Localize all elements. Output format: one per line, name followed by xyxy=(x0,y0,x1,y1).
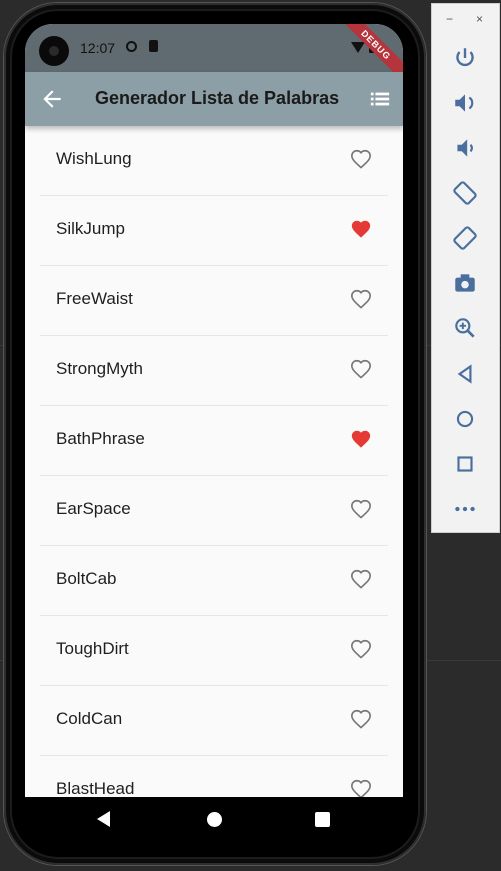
rotate-right-icon xyxy=(453,226,477,250)
zoom-icon xyxy=(455,318,475,338)
more-button[interactable] xyxy=(452,496,478,522)
favorite-outline-heart-icon[interactable] xyxy=(350,708,372,730)
rotate-left-button[interactable] xyxy=(452,180,478,206)
volume-down-icon xyxy=(457,139,473,157)
back-arrow-button[interactable] xyxy=(39,86,65,112)
page-title: Generador Lista de Palabras xyxy=(95,88,340,108)
saved-list-button[interactable] xyxy=(369,88,391,110)
nav-overview-icon[interactable] xyxy=(315,812,330,827)
list-item[interactable]: SilkJump xyxy=(40,196,388,266)
back-arrow-icon xyxy=(43,90,61,108)
app-bar: Generador Lista de Palabras xyxy=(25,72,403,126)
android-nav-bar xyxy=(25,797,403,843)
wifi-icon xyxy=(351,42,365,53)
volume-down-button[interactable] xyxy=(452,135,478,161)
list-item[interactable]: BlastHead xyxy=(40,756,388,797)
list-item[interactable]: ToughDirt xyxy=(40,616,388,686)
favorite-filled-heart-icon[interactable] xyxy=(350,428,372,450)
notification-icon xyxy=(126,41,137,52)
word-label: FreeWaist xyxy=(56,289,133,308)
power-button[interactable] xyxy=(452,45,478,71)
list-item[interactable]: BathPhrase xyxy=(40,406,388,476)
word-label: SilkJump xyxy=(56,219,125,238)
favorite-outline-heart-icon[interactable] xyxy=(350,778,372,797)
rotate-right-button[interactable] xyxy=(452,225,478,251)
volume-up-button[interactable] xyxy=(452,90,478,116)
list-item[interactable]: EarSpace xyxy=(40,476,388,546)
rotate-left-icon xyxy=(453,181,477,205)
list-item[interactable]: FreeWaist xyxy=(40,266,388,336)
word-label: BoltCab xyxy=(56,569,117,588)
favorite-outline-heart-icon[interactable] xyxy=(350,358,372,380)
device-screen: 12:07 DEBUG Generador Lista de Palabras … xyxy=(25,24,403,797)
favorite-outline-heart-icon[interactable] xyxy=(350,498,372,520)
word-list: WishLung SilkJump FreeWaist StrongMyth BathP… xyxy=(25,126,403,797)
more-icon xyxy=(455,506,475,512)
close-window-button[interactable]: × xyxy=(476,12,483,26)
list-item[interactable]: BoltCab xyxy=(40,546,388,616)
word-label: EarSpace xyxy=(56,499,131,518)
back-button[interactable] xyxy=(452,361,478,387)
word-label: ToughDirt xyxy=(56,639,129,658)
overview-icon xyxy=(457,456,473,472)
overview-button[interactable] xyxy=(452,451,478,477)
list-item[interactable]: StrongMyth xyxy=(40,336,388,406)
status-time: 12:07 xyxy=(80,40,116,56)
list-icon xyxy=(370,92,390,106)
word-label: BlastHead xyxy=(56,779,135,797)
nav-home-icon[interactable] xyxy=(207,812,222,827)
home-icon xyxy=(456,410,474,428)
favorite-outline-heart-icon[interactable] xyxy=(350,148,372,170)
favorite-filled-heart-icon[interactable] xyxy=(350,218,372,240)
minimize-button[interactable]: − xyxy=(446,12,453,26)
sd-card-icon xyxy=(149,40,158,52)
nav-back-icon[interactable] xyxy=(97,811,110,827)
word-label: BathPhrase xyxy=(56,429,145,448)
word-label: StrongMyth xyxy=(56,359,143,378)
volume-up-icon xyxy=(455,94,474,112)
zoom-button[interactable] xyxy=(452,315,478,341)
power-icon xyxy=(456,48,474,67)
front-camera-icon xyxy=(39,36,69,66)
word-label: ColdCan xyxy=(56,709,123,728)
back-icon xyxy=(457,364,472,384)
camera-button[interactable] xyxy=(452,270,478,296)
camera-icon xyxy=(455,274,475,292)
emulator-toolbar: − × xyxy=(431,3,500,533)
favorite-outline-heart-icon[interactable] xyxy=(350,288,372,310)
list-item[interactable]: WishLung xyxy=(40,126,388,196)
favorite-outline-heart-icon[interactable] xyxy=(350,568,372,590)
favorite-outline-heart-icon[interactable] xyxy=(350,638,372,660)
list-item[interactable]: ColdCan xyxy=(40,686,388,756)
home-button[interactable] xyxy=(452,406,478,432)
status-bar: 12:07 DEBUG xyxy=(25,24,403,89)
word-label: WishLung xyxy=(56,149,132,168)
